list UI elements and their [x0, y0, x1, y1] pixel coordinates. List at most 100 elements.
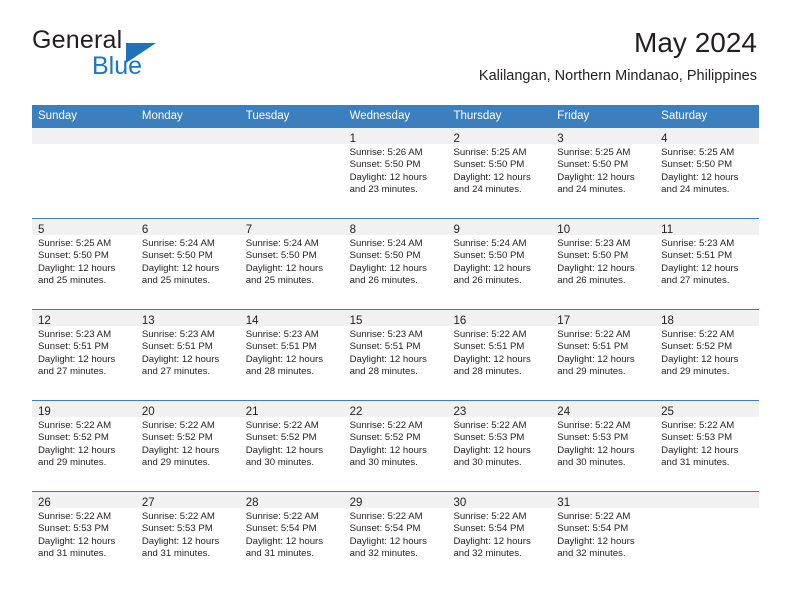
day-detail-line: Sunset: 5:50 PM: [245, 250, 317, 262]
calendar-day-cell[interactable]: 21 Sunrise: 5:22 AM Sunset: 5:52 PM Dayligh…: [239, 401, 344, 491]
calendar-day-cell[interactable]: 20 Sunrise: 5:22 AM Sunset: 5:52 PM Dayligh…: [135, 401, 240, 491]
day-detail-line: Daylight: 12 hours: [349, 262, 427, 274]
day-detail-line: and 26 minutes.: [453, 275, 522, 287]
day-number: 1: [349, 133, 356, 145]
calendar-day-cell[interactable]: 29 Sunrise: 5:22 AM Sunset: 5:54 PM Dayligh…: [343, 492, 448, 582]
day-details: Sunrise: 5:23 AM Sunset: 5:51 PM Daylight:…: [32, 326, 136, 379]
day-detail-line: Daylight: 12 hours: [453, 353, 531, 365]
calendar-day-cell[interactable]: 13 Sunrise: 5:23 AM Sunset: 5:51 PM Dayligh…: [135, 310, 240, 400]
weekday-header-wednesday: Wednesday: [349, 110, 411, 122]
day-detail-line: Daylight: 12 hours: [661, 353, 739, 365]
calendar-day-cell[interactable]: 17 Sunrise: 5:22 AM Sunset: 5:51 PM Dayligh…: [551, 310, 656, 400]
day-details: Sunrise: 5:22 AM Sunset: 5:53 PM Daylight:…: [136, 508, 240, 561]
day-detail-line: and 29 minutes.: [661, 366, 730, 378]
calendar-day-cell[interactable]: 25 Sunrise: 5:22 AM Sunset: 5:53 PM Dayligh…: [655, 401, 760, 491]
day-detail-line: Sunrise: 5:22 AM: [557, 420, 631, 431]
day-number: 4: [661, 133, 668, 145]
calendar-day-cell[interactable]: 10 Sunrise: 5:23 AM Sunset: 5:50 PM Dayligh…: [551, 219, 656, 309]
calendar-week-row: 12 Sunrise: 5:23 AM Sunset: 5:51 PM Dayligh…: [32, 309, 760, 400]
day-detail-line: Daylight: 12 hours: [557, 262, 635, 274]
calendar-day-cell[interactable]: 31 Sunrise: 5:22 AM Sunset: 5:54 PM Dayligh…: [551, 492, 656, 582]
calendar-day-cell[interactable]: 23 Sunrise: 5:22 AM Sunset: 5:53 PM Dayligh…: [447, 401, 552, 491]
day-detail-line: Daylight: 12 hours: [38, 262, 116, 274]
day-detail-line: Daylight: 12 hours: [453, 535, 531, 547]
calendar-day-cell[interactable]: 9 Sunrise: 5:24 AM Sunset: 5:50 PM Daylight…: [447, 219, 552, 309]
day-detail-line: and 24 minutes.: [557, 184, 626, 196]
day-detail-line: Daylight: 12 hours: [245, 444, 324, 456]
calendar-day-cell[interactable]: 2 Sunrise: 5:25 AM Sunset: 5:50 PM Daylight…: [447, 128, 552, 218]
day-number-band: 20: [135, 401, 240, 418]
day-number: 30: [453, 497, 467, 509]
day-number-band: 19: [32, 401, 136, 418]
day-detail-line: Daylight: 12 hours: [349, 535, 427, 547]
day-detail-line: Daylight: 12 hours: [557, 444, 635, 456]
calendar-day-cell[interactable]: 14 Sunrise: 5:23 AM Sunset: 5:51 PM Dayligh…: [239, 310, 344, 400]
day-detail-line: Sunrise: 5:25 AM: [453, 147, 527, 158]
day-detail-line: Sunset: 5:50 PM: [38, 250, 109, 262]
day-details: Sunrise: 5:22 AM Sunset: 5:54 PM Daylight:…: [551, 508, 655, 561]
calendar-day-cell[interactable]: 15 Sunrise: 5:23 AM Sunset: 5:51 PM Dayligh…: [343, 310, 448, 400]
day-details: Sunrise: 5:22 AM Sunset: 5:54 PM Daylight:…: [447, 508, 551, 561]
calendar-day-cell[interactable]: 24 Sunrise: 5:22 AM Sunset: 5:53 PM Dayligh…: [551, 401, 656, 491]
day-detail-line: Daylight: 12 hours: [453, 171, 531, 183]
calendar-day-cell[interactable]: 5 Sunrise: 5:25 AM Sunset: 5:50 PM Daylight…: [32, 219, 136, 309]
calendar-day-cell[interactable]: 18 Sunrise: 5:22 AM Sunset: 5:52 PM Dayligh…: [655, 310, 760, 400]
day-number-band: [135, 128, 240, 144]
day-detail-line: Sunrise: 5:22 AM: [453, 420, 527, 431]
calendar-day-cell-empty: [135, 128, 240, 218]
day-number: 25: [661, 406, 674, 418]
calendar-day-cell[interactable]: 11 Sunrise: 5:23 AM Sunset: 5:51 PM Dayligh…: [655, 219, 760, 309]
day-number-band: 15: [343, 310, 448, 327]
day-detail-line: and 32 minutes.: [453, 548, 522, 560]
calendar-day-cell[interactable]: 16 Sunrise: 5:22 AM Sunset: 5:51 PM Dayligh…: [447, 310, 552, 400]
calendar-day-cell[interactable]: 22 Sunrise: 5:22 AM Sunset: 5:52 PM Dayligh…: [343, 401, 448, 491]
day-detail-line: Sunrise: 5:22 AM: [141, 511, 215, 522]
day-number: 11: [661, 224, 674, 236]
day-detail-line: Daylight: 12 hours: [38, 444, 116, 456]
day-detail-line: and 23 minutes.: [349, 184, 418, 196]
calendar-week-row: 19 Sunrise: 5:22 AM Sunset: 5:52 PM Dayligh…: [32, 400, 760, 491]
day-details: Sunrise: 5:22 AM Sunset: 5:53 PM Daylight:…: [551, 417, 655, 470]
calendar-day-cell[interactable]: 7 Sunrise: 5:24 AM Sunset: 5:50 PM Daylight…: [239, 219, 344, 309]
day-detail-line: and 32 minutes.: [349, 548, 418, 560]
calendar-day-cell[interactable]: 27 Sunrise: 5:22 AM Sunset: 5:53 PM Dayligh…: [135, 492, 240, 582]
day-detail-line: and 30 minutes.: [557, 457, 626, 469]
calendar-day-cell[interactable]: 4 Sunrise: 5:25 AM Sunset: 5:50 PM Daylight…: [655, 128, 760, 218]
calendar-day-cell[interactable]: 30 Sunrise: 5:22 AM Sunset: 5:54 PM Dayligh…: [447, 492, 552, 582]
day-detail-line: Sunrise: 5:26 AM: [349, 147, 423, 158]
calendar-day-cell[interactable]: 8 Sunrise: 5:24 AM Sunset: 5:50 PM Daylight…: [343, 219, 448, 309]
day-detail-line: Sunrise: 5:22 AM: [453, 329, 527, 340]
day-detail-line: and 30 minutes.: [453, 457, 522, 469]
day-detail-line: and 31 minutes.: [661, 457, 730, 469]
calendar-day-cell[interactable]: 28 Sunrise: 5:22 AM Sunset: 5:54 PM Dayligh…: [239, 492, 344, 582]
calendar-grid: Sunday Monday Tuesday Wednesday Thursday Frid…: [32, 105, 760, 582]
day-detail-line: and 30 minutes.: [349, 457, 418, 469]
day-detail-line: and 27 minutes.: [661, 275, 730, 287]
day-detail-line: Sunset: 5:54 PM: [349, 523, 421, 535]
day-number-band: [239, 128, 344, 144]
calendar-day-cell[interactable]: 3 Sunrise: 5:25 AM Sunset: 5:50 PM Daylight…: [551, 128, 656, 218]
calendar-day-cell[interactable]: 12 Sunrise: 5:23 AM Sunset: 5:51 PM Dayligh…: [32, 310, 136, 400]
day-detail-line: Sunrise: 5:23 AM: [349, 329, 423, 340]
day-number-band: 6: [135, 219, 240, 236]
day-number: 9: [453, 224, 460, 236]
calendar-day-cell[interactable]: 19 Sunrise: 5:22 AM Sunset: 5:52 PM Dayligh…: [32, 401, 136, 491]
day-detail-line: Sunrise: 5:25 AM: [38, 238, 112, 249]
day-number-band: 25: [655, 401, 760, 418]
calendar-day-cell[interactable]: 26 Sunrise: 5:22 AM Sunset: 5:53 PM Dayligh…: [32, 492, 136, 582]
day-number: 14: [245, 315, 259, 327]
day-detail-line: and 28 minutes.: [453, 366, 522, 378]
calendar-day-cell[interactable]: 1 Sunrise: 5:26 AM Sunset: 5:50 PM Daylight…: [343, 128, 448, 218]
day-number: 2: [453, 133, 460, 145]
day-number: 8: [349, 224, 356, 236]
day-detail-line: and 26 minutes.: [557, 275, 626, 287]
day-number: 19: [38, 406, 51, 418]
day-detail-line: Sunset: 5:52 PM: [141, 432, 213, 444]
day-detail-line: Daylight: 12 hours: [557, 171, 635, 183]
calendar-day-cell[interactable]: 6 Sunrise: 5:24 AM Sunset: 5:50 PM Daylight…: [135, 219, 240, 309]
day-detail-line: and 29 minutes.: [557, 366, 626, 378]
day-detail-line: Daylight: 12 hours: [349, 171, 427, 183]
day-details: Sunrise: 5:22 AM Sunset: 5:52 PM Daylight:…: [136, 417, 240, 470]
day-number: 31: [557, 497, 571, 509]
generalblue-logo[interactable]: General Blue: [32, 26, 272, 84]
